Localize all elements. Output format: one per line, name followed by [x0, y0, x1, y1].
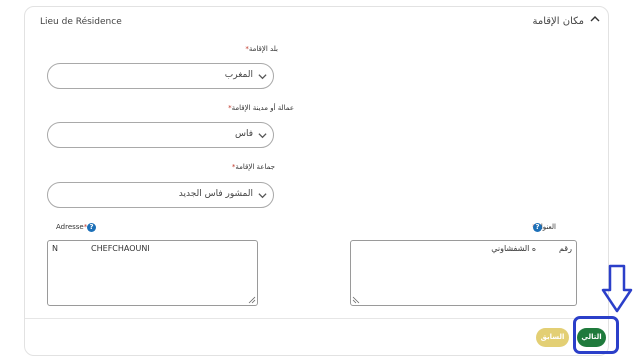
previous-button[interactable]: السابق [536, 328, 569, 347]
commune-label: جماعة الإقامة* [232, 163, 275, 171]
prefecture-label-text: عمالة أو مدينة الإقامة [231, 104, 294, 112]
address-fr-label: Adresse* [56, 223, 87, 231]
chevron-down-icon [258, 133, 267, 139]
address-ar-textarea[interactable]: رقم ه الشفشاوني [350, 240, 577, 306]
address-ar-value: رقم ه الشفشاوني [491, 244, 572, 253]
country-label: بلد الإقامة* [245, 45, 278, 53]
chevron-down-icon [258, 193, 267, 199]
annotation-highlight-box [573, 316, 619, 354]
chevron-down-icon [258, 74, 267, 80]
chevron-up-icon[interactable] [589, 13, 601, 25]
prefecture-select[interactable]: فاس [47, 122, 274, 148]
panel-title-fr: Lieu de Résidence [40, 17, 122, 27]
commune-value: المشور فاس الجديد [178, 189, 253, 199]
address-fr-value: N CHEFCHAOUNI [52, 244, 150, 253]
address-fr-textarea[interactable]: N CHEFCHAOUNI [47, 240, 258, 306]
annotation-arrow-icon [601, 264, 633, 313]
prefecture-label: عمالة أو مدينة الإقامة* [228, 104, 294, 112]
footer-divider [25, 318, 608, 319]
help-icon[interactable]: ? [87, 223, 96, 232]
resize-grip-icon[interactable] [352, 296, 360, 304]
address-fr-label-text: Adresse [56, 223, 84, 231]
prefecture-value: فاس [234, 129, 253, 139]
help-icon[interactable]: ? [533, 223, 542, 232]
country-select[interactable]: المغرب [47, 63, 274, 89]
country-value: المغرب [224, 70, 253, 80]
panel-title-ar: مكان الإقامة [532, 16, 584, 27]
commune-label-text: جماعة الإقامة [235, 163, 275, 171]
resize-grip-icon[interactable] [248, 296, 256, 304]
commune-select[interactable]: المشور فاس الجديد [47, 182, 274, 208]
country-label-text: بلد الإقامة [248, 45, 278, 53]
